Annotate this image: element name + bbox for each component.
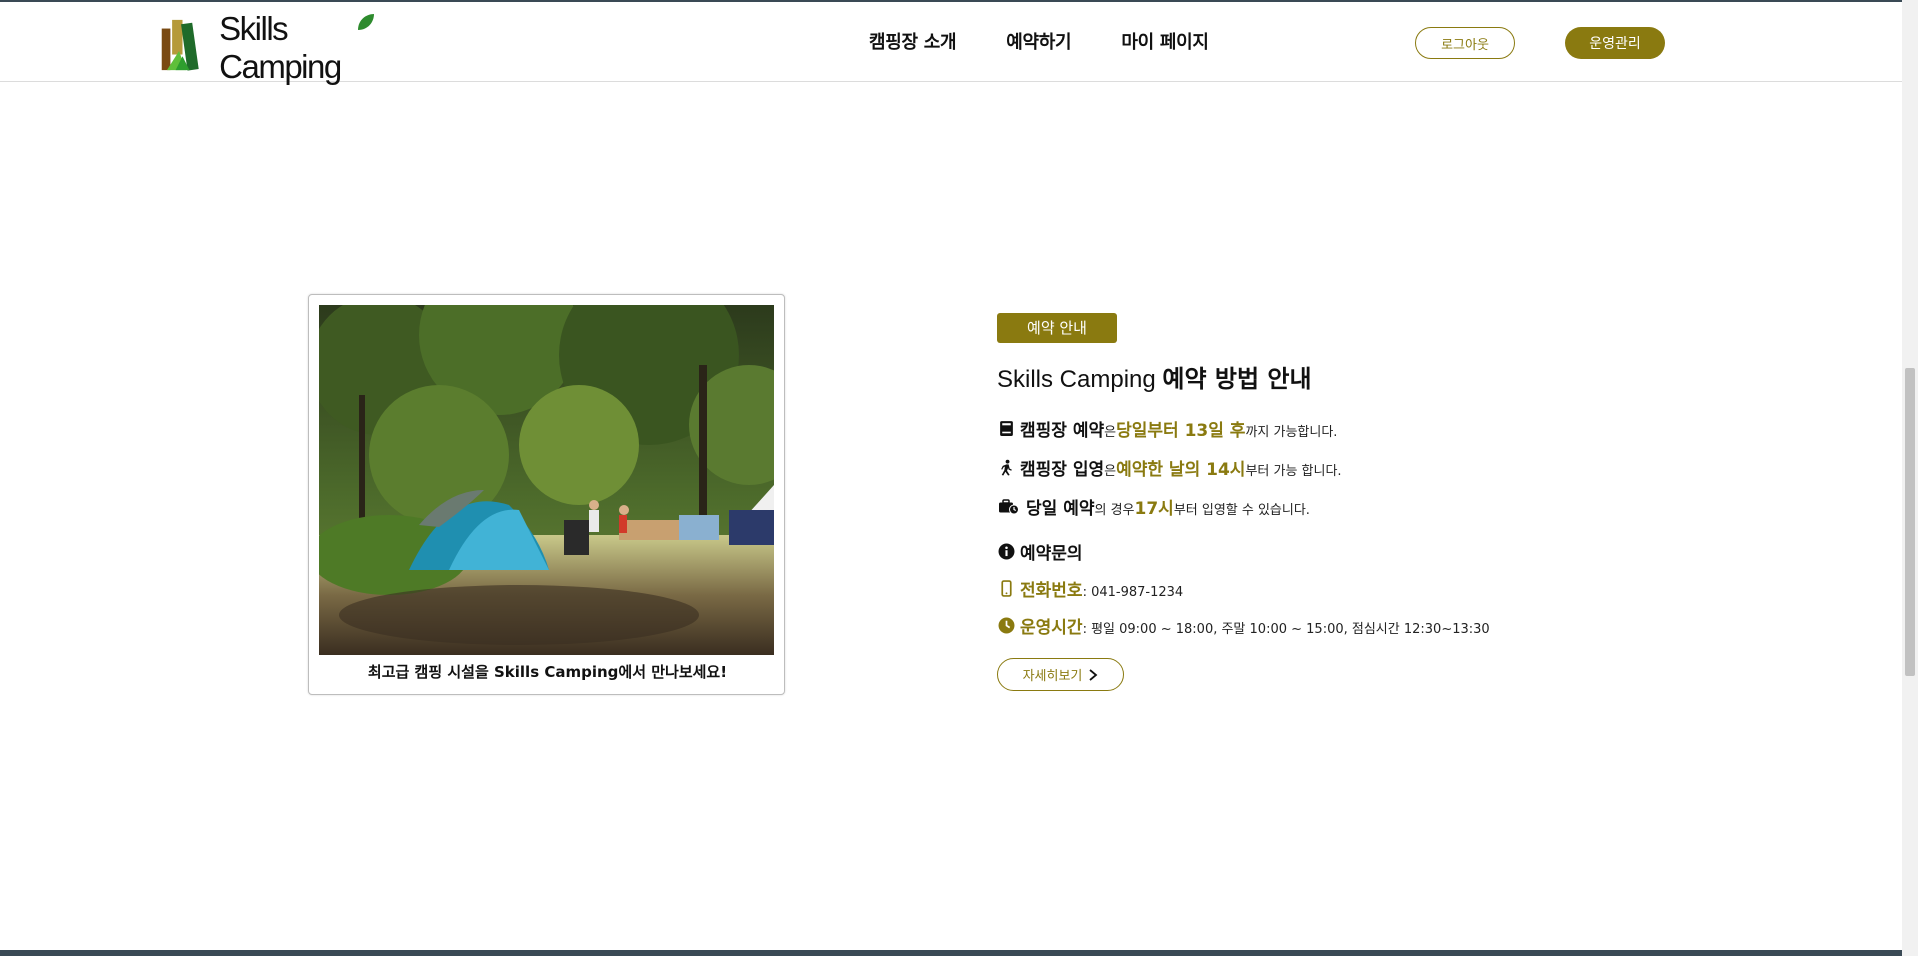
line-mid: 은	[1104, 464, 1117, 479]
line-mid: 의 경우	[1094, 503, 1135, 518]
hours-label: 운영시간	[1020, 618, 1083, 638]
photo-caption: 최고급 캠핑 시설을 Skills Camping에서 만나보세요!	[367, 663, 728, 681]
clock-icon	[997, 617, 1015, 635]
line-highlight: 17시	[1134, 499, 1174, 519]
book-icon	[997, 420, 1015, 438]
line-rest: 부터 가능 합니다.	[1245, 464, 1342, 479]
more-details-label: 자세히보기	[1022, 669, 1083, 684]
info-line-same-day: 당일 예약 의 경우 17시 부터 입영할 수 있습니다.	[997, 494, 1617, 519]
line-strong: 캠핑장 예약	[1020, 421, 1105, 441]
photo-card: 최고급 캠핑 시설을 Skills Camping에서 만나보세요!	[308, 294, 785, 695]
reservation-info: 예약 안내 Skills Camping 예약 방법 안내 캠핑장 예약 은 당일…	[997, 313, 1617, 691]
campsite-photo	[319, 305, 774, 655]
logo-mark-icon	[161, 19, 199, 71]
line-rest: 부터 입영할 수 있습니다.	[1173, 503, 1310, 518]
line-strong: 캠핑장 입영	[1020, 460, 1105, 480]
leaf-icon	[358, 14, 374, 30]
section-badge: 예약 안내	[997, 313, 1117, 343]
phone-label: 전화번호	[1020, 581, 1083, 601]
walking-icon	[997, 459, 1015, 477]
info-circle-icon	[997, 543, 1015, 561]
line-highlight: 당일부터 13일 후	[1116, 421, 1246, 441]
info-line-entry: 캠핑장 입영 은 예약한 날의 14시 부터 가능 합니다.	[997, 455, 1617, 480]
info-line-reservation: 캠핑장 예약 은 당일부터 13일 후 까지 가능합니다.	[997, 416, 1617, 441]
title-brand: Skills Camping	[997, 366, 1163, 393]
contact-phone: 전화번호 : 041-987-1234	[997, 576, 1617, 601]
contact-heading: 예약문의	[997, 539, 1617, 564]
line-highlight: 예약한 날의 14시	[1116, 460, 1246, 480]
admin-button[interactable]: 운영관리	[1565, 27, 1665, 59]
line-mid: 은	[1104, 425, 1117, 440]
nav-camping-intro[interactable]: 캠핑장 소개	[869, 28, 957, 54]
logout-button[interactable]: 로그아웃	[1415, 27, 1515, 59]
main-nav: 캠핑장 소개 예약하기 마이 페이지	[869, 28, 1209, 54]
line-strong: 당일 예약	[1026, 499, 1095, 519]
business-time-icon	[997, 498, 1021, 516]
chevron-right-icon	[1089, 668, 1098, 681]
more-details-button[interactable]: 자세히보기	[997, 658, 1124, 691]
nav-my-page[interactable]: 마이 페이지	[1121, 28, 1209, 54]
contact-hours: 운영시간 : 평일 09:00 ~ 18:00, 주말 10:00 ~ 15:0…	[997, 613, 1617, 638]
title-main: 예약 방법 안내	[1162, 365, 1312, 393]
mobile-icon	[997, 580, 1015, 598]
nav-reservation[interactable]: 예약하기	[1006, 28, 1071, 54]
section-title: Skills Camping 예약 방법 안내	[997, 359, 1617, 394]
hours-value: : 평일 09:00 ~ 18:00, 주말 10:00 ~ 15:00, 점심…	[1082, 622, 1490, 637]
line-rest: 까지 가능합니다.	[1245, 425, 1338, 440]
site-header: Skills Camping 캠핑장 소개 예약하기 마이 페이지 로그아웃 운…	[0, 2, 1902, 85]
phone-value: : 041-987-1234	[1082, 585, 1184, 600]
window-bottom-edge	[0, 950, 1902, 956]
scrollbar-thumb[interactable]	[1905, 368, 1915, 676]
contact-title: 예약문의	[1020, 544, 1083, 564]
site-logo[interactable]: Skills Camping	[160, 10, 390, 85]
